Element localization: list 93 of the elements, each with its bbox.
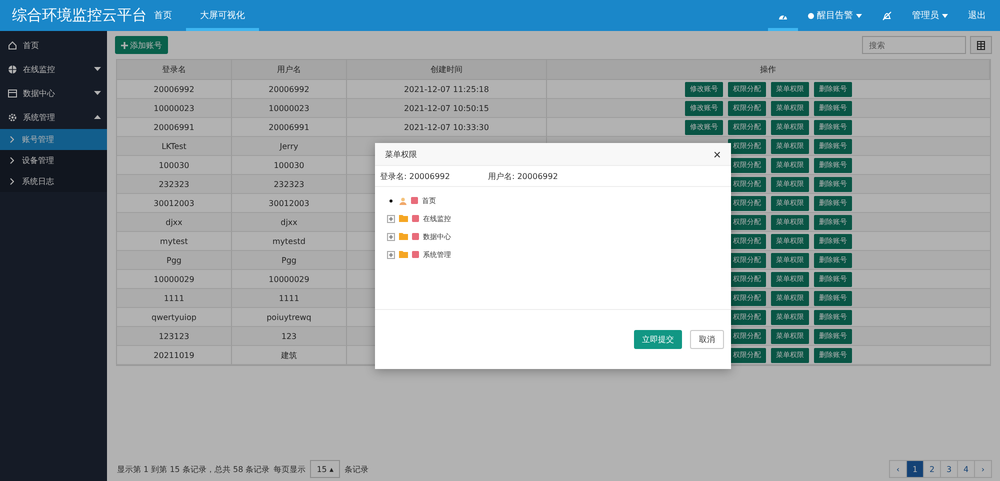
table-cell: 20006991 <box>232 118 347 137</box>
table-icon <box>8 88 17 98</box>
chevron-icon <box>10 157 14 164</box>
table-cell: 10000029 <box>117 270 232 289</box>
expand-icon[interactable] <box>387 232 395 240</box>
table-cell: 10000023 <box>117 99 232 118</box>
cancel-button[interactable]: 取消 <box>690 330 724 349</box>
person-icon <box>399 196 407 204</box>
sidebar-item[interactable]: 首页 <box>0 33 107 57</box>
sidebar-item[interactable]: 数据中心 <box>0 81 107 105</box>
table-cell: 20006992 <box>117 80 232 99</box>
bell-off-icon <box>882 10 892 20</box>
table-cell: 100030 <box>117 156 232 175</box>
table-cell: 20211019 <box>117 346 232 365</box>
table-cell: qwertyuiop <box>117 308 232 327</box>
table-cell: 123 <box>232 327 347 346</box>
home-icon <box>8 40 17 50</box>
table-cell: 20006991 <box>117 118 232 137</box>
dot-icon <box>808 12 814 18</box>
user-menu[interactable]: 管理员 <box>902 0 958 31</box>
bullet-icon <box>387 196 395 204</box>
sidebar-item[interactable]: 在线监控 <box>0 57 107 81</box>
checkbox[interactable] <box>412 251 419 258</box>
table-cell: mytest <box>117 232 232 251</box>
folder-icon <box>399 215 408 222</box>
checkbox[interactable] <box>411 197 418 204</box>
chevron-icon <box>10 136 14 143</box>
column-header: 用户名 <box>232 60 347 80</box>
page-button[interactable]: ‹ <box>889 460 907 478</box>
page-size-select[interactable]: 15 ▴ <box>310 460 340 478</box>
table-cell: 2021-12-07 11:25:18 <box>347 80 547 99</box>
app-title: 综合环境监控云平台 <box>12 6 147 25</box>
table-cell: 100030 <box>232 156 347 175</box>
checkbox[interactable] <box>412 215 419 222</box>
expand-icon[interactable] <box>387 250 395 258</box>
table-cell: 1111 <box>232 289 347 308</box>
sidebar-subitem[interactable]: 设备管理 <box>0 150 107 171</box>
caret-icon <box>94 67 101 71</box>
sidebar-subitem[interactable]: 系统日志 <box>0 171 107 192</box>
table-cell: 232323 <box>117 175 232 194</box>
table-cell: djxx <box>232 213 347 232</box>
caret-icon <box>94 91 101 95</box>
page-button[interactable]: 4 <box>957 460 975 478</box>
caret-icon <box>856 14 862 18</box>
caret-icon <box>94 115 101 119</box>
columns-icon <box>977 40 985 50</box>
table-cell: 10000029 <box>232 270 347 289</box>
chevron-icon <box>10 178 14 185</box>
sidebar-subitem[interactable]: 账号管理 <box>0 129 107 150</box>
table-cell: 建筑 <box>232 346 347 365</box>
column-header: 登录名 <box>117 60 232 80</box>
search-field[interactable]: 搜索 <box>862 36 966 54</box>
checkbox[interactable] <box>412 233 419 240</box>
expand-icon[interactable] <box>387 214 395 222</box>
table-cell: 1111 <box>117 289 232 308</box>
dialog-title: 菜单权限 <box>385 148 417 160</box>
table-cell: 30012003 <box>117 194 232 213</box>
table-cell: Pgg <box>117 251 232 270</box>
table-cell: 2021-12-07 10:33:30 <box>347 118 547 137</box>
user-name-text: 用户名: 20006992 <box>488 170 558 182</box>
sidebar-item[interactable]: 系统管理 <box>0 105 107 129</box>
column-header: 操作 <box>547 60 990 80</box>
table-cell: 2021-12-07 10:50:15 <box>347 99 547 118</box>
page-button[interactable]: 1 <box>906 460 924 478</box>
table-cell: LKTest <box>117 137 232 156</box>
per-page-suffix: 条记录 <box>344 464 368 474</box>
table-cell: djxx <box>117 213 232 232</box>
column-header: 创建时间 <box>347 60 547 80</box>
add-account-button[interactable]: 添加账号 <box>115 36 168 54</box>
per-page-label: 每页显示 <box>274 464 306 474</box>
page-button[interactable]: 2 <box>923 460 941 478</box>
submit-button[interactable]: 立即提交 <box>634 330 682 349</box>
logout-link[interactable]: 退出 <box>958 0 1000 31</box>
table-cell: 123123 <box>117 327 232 346</box>
alarm-menu[interactable]: 醒目告警 <box>798 0 872 31</box>
table-cell: 10000023 <box>232 99 347 118</box>
table-cell: 232323 <box>232 175 347 194</box>
page-button[interactable]: › <box>974 460 992 478</box>
table-cell: Jerry <box>232 137 347 156</box>
close-button[interactable]: × <box>713 148 721 160</box>
globe-icon <box>8 64 17 74</box>
table-cell: poiuytrewq <box>232 308 347 327</box>
columns-button[interactable] <box>970 36 992 54</box>
login-name-text: 登录名: 20006992 <box>380 170 450 182</box>
table-cell: 30012003 <box>232 194 347 213</box>
table-cell: Pgg <box>232 251 347 270</box>
caret-icon <box>942 14 948 18</box>
plus-icon <box>121 42 128 48</box>
table-cell: 20006992 <box>232 80 347 99</box>
table-cell: mytestd <box>232 232 347 251</box>
record-summary: 显示第 1 到第 15 条记录，总共 58 条记录 <box>117 464 270 474</box>
page-button[interactable]: 3 <box>940 460 958 478</box>
gear-icon <box>8 112 17 122</box>
